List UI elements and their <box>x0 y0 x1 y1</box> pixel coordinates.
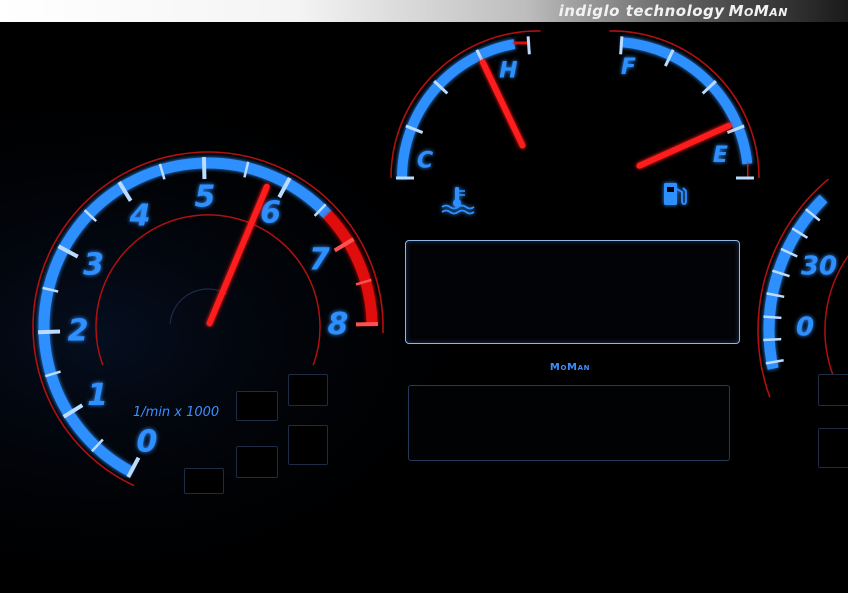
warning-light <box>288 425 328 465</box>
rpm-label: 1 <box>87 378 108 413</box>
rpm-unit-label: 1/min x 1000 <box>133 405 220 420</box>
rpm-label: 0 <box>137 424 158 459</box>
temp-cold-label: C <box>417 149 433 174</box>
fuel-empty-label: E <box>713 143 728 168</box>
rpm-label: 8 <box>328 307 349 342</box>
temp-hot-label: H <box>499 59 517 84</box>
fuel-reserve-zone <box>742 163 754 179</box>
temp-tick <box>526 36 531 55</box>
fuel-tick <box>619 36 624 55</box>
speed-tick <box>763 315 782 320</box>
warning-light <box>184 468 224 494</box>
banner-brand: MoMan <box>728 2 788 20</box>
rpm-label: 7 <box>309 242 330 277</box>
temp-hot-zone <box>513 37 529 50</box>
center-brand-logo: MoMan <box>549 362 591 373</box>
banner-text: indiglo technology MoMan <box>559 2 788 20</box>
brand-banner: indiglo technology MoMan <box>0 0 848 22</box>
rpm-label: 5 <box>194 180 215 215</box>
rpm-label: 3 <box>83 248 104 283</box>
lcd-display-lower <box>408 385 730 461</box>
fuel-full-label: F <box>621 55 636 80</box>
speed-label: 30 <box>801 252 837 282</box>
rpm-label: 2 <box>68 313 89 348</box>
lcd-display-upper <box>405 240 740 344</box>
warning-light <box>236 446 278 478</box>
speed-tick <box>763 337 782 342</box>
warning-light <box>288 374 328 406</box>
warning-light <box>236 391 278 421</box>
warning-light <box>818 428 848 468</box>
banner-title: indiglo technology <box>558 2 725 20</box>
major-tick <box>201 157 207 180</box>
speed-label: 0 <box>796 312 814 342</box>
warning-light <box>818 374 848 406</box>
major-tick <box>38 329 61 335</box>
rpm-label: 4 <box>129 199 151 234</box>
